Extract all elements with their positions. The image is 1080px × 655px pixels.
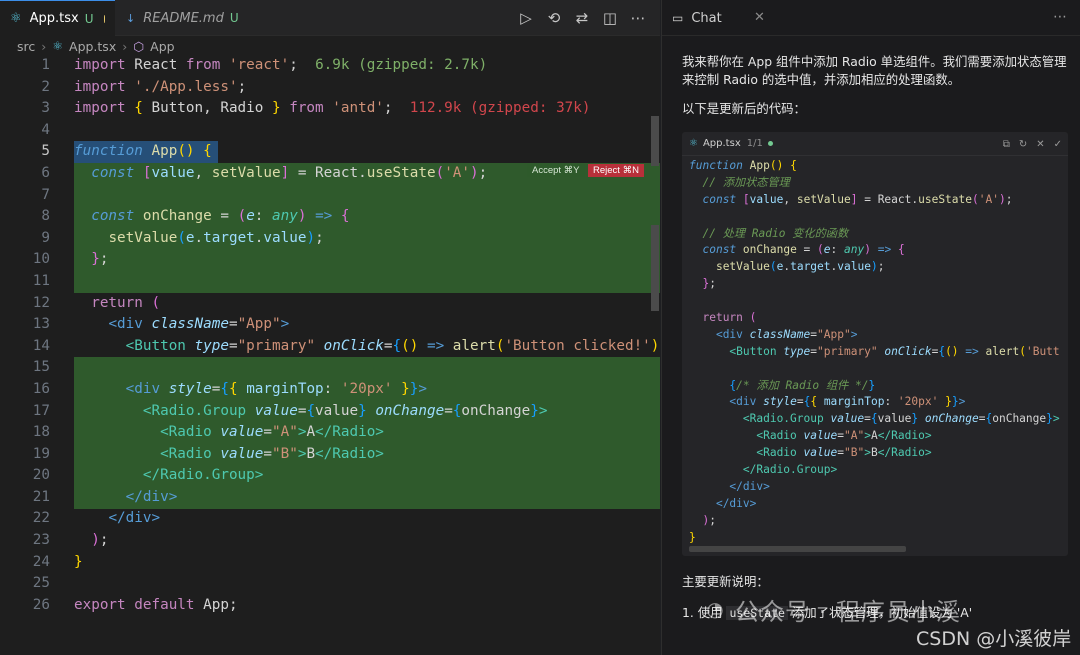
code-card-body: function App() { // 添加状态管理 const [value,… — [689, 159, 1060, 544]
summary-heading: 主要更新说明： — [682, 574, 769, 589]
breadcrumb-file[interactable]: App.tsx — [69, 39, 116, 54]
untracked-badge: U — [84, 11, 94, 26]
breadcrumb: src › ⚛ App.tsx › ⬡ App — [0, 36, 660, 56]
code-area[interactable]: 1 import React from 'react'; 6.9k (gzippe… — [0, 55, 660, 616]
tab-label: App.tsx — [29, 11, 79, 26]
tab-label: README.md — [143, 10, 224, 26]
code-line: 22 </div> — [32, 510, 161, 527]
copy-icon[interactable]: ⧉ — [1003, 139, 1010, 150]
code-editor: ⚛ App.tsx U ↓ README.md U ▷ ⟲ ⇄ ◫ ⋯ src … — [0, 0, 660, 655]
code-line: 21 </div> — [32, 488, 178, 505]
code-line: 10 }; — [32, 251, 109, 268]
code-line: 11 — [32, 272, 50, 289]
status-dot-icon — [767, 141, 773, 146]
code-line: 26 export default App; — [32, 596, 238, 613]
code-line: 14 <Button type="primary" onClick={() =>… — [32, 337, 660, 354]
reject-change-button[interactable]: Reject ⌘N — [588, 164, 644, 177]
more-actions-icon[interactable]: ⋯ — [1053, 9, 1067, 25]
code-line: 7 — [41, 186, 50, 203]
assistant-message-intro: 我来帮你在 App 组件中添加 Radio 单选组件。我们需要添加状态管理来控制… — [682, 54, 1067, 87]
chat-panel: ▭ Chat ✕ ⋯ 我来帮你在 App 组件中添加 Radio 单选组件。我们… — [661, 0, 1080, 655]
timeline-icon[interactable]: ⟲ — [546, 9, 562, 27]
split-editor-icon[interactable]: ◫ — [602, 9, 618, 27]
code-card-scrollbar[interactable] — [689, 546, 906, 552]
code-line: 5 function App() { — [41, 143, 212, 160]
editor-tab-bar: ⚛ App.tsx U ↓ README.md U ▷ ⟲ ⇄ ◫ ⋯ — [0, 0, 660, 36]
editor-actions: ▷ ⟲ ⇄ ◫ ⋯ — [518, 0, 646, 36]
wechat-logo-icon: ◔ — [706, 597, 724, 621]
watermark-text: CSDN @小溪彼岸 — [916, 628, 1072, 650]
scrollbar-thumb[interactable] — [651, 225, 659, 311]
tab-app-tsx[interactable]: ⚛ App.tsx U — [0, 0, 115, 36]
code-line: 13 <div className="App"> — [32, 316, 290, 333]
unsaved-dot-icon — [103, 14, 105, 23]
code-line: 19 <Radio value="B">B</Radio> — [32, 445, 384, 462]
code-line: 17 <Radio.Group value={value} onChange={… — [32, 402, 548, 419]
watermark-text: 公众号 · 程序员小溪 — [735, 598, 961, 626]
chat-bubble-icon: ▭ — [672, 11, 684, 25]
close-icon[interactable]: ✕ — [754, 10, 765, 25]
code-line: 18 <Radio value="A">A</Radio> — [32, 424, 384, 441]
run-icon[interactable]: ▷ — [518, 9, 534, 27]
code-line: 16 <div style={{ marginTop: '20px' }}> — [32, 380, 427, 397]
code-line: 4 — [41, 121, 50, 138]
code-line: 12 return ( — [32, 294, 161, 311]
chevron-right-icon: › — [41, 38, 47, 54]
assistant-message-heading: 以下是更新后的代码： — [682, 101, 806, 116]
code-line: 23 ); — [32, 532, 109, 549]
react-file-icon: ⚛ — [689, 138, 698, 149]
code-card-header: ⚛ App.tsx 1/1 ⧉ ↻ ✕ ✓ — [682, 132, 1068, 156]
react-file-icon: ⚛ — [10, 11, 22, 26]
code-card-count: 1/1 — [746, 138, 763, 149]
code-line: 9 setValue(e.target.value); — [41, 229, 324, 246]
scrollbar-thumb[interactable] — [651, 116, 659, 166]
code-line: 20 </Radio.Group> — [32, 467, 264, 484]
chat-tab-label: Chat — [691, 10, 722, 26]
code-line: 25 — [32, 575, 50, 592]
close-icon[interactable]: ✕ — [1036, 139, 1044, 150]
tab-readme-md[interactable]: ↓ README.md U — [116, 0, 246, 36]
compare-changes-icon[interactable]: ⇄ — [574, 9, 590, 27]
code-line: 15 — [32, 359, 50, 376]
breadcrumb-folder[interactable]: src — [17, 39, 35, 54]
chat-tab-bar: ▭ Chat ✕ ⋯ — [662, 0, 1080, 36]
code-suggestion-card: ⚛ App.tsx 1/1 ⧉ ↻ ✕ ✓ function App() { /… — [682, 132, 1068, 556]
code-line: 3 import { Button, Radio } from 'antd'; 1… — [41, 100, 591, 117]
breadcrumb-symbol[interactable]: App — [150, 39, 174, 54]
code-line: 8 const onChange = (e: any) => { — [41, 208, 350, 225]
tab-chat[interactable]: ▭ Chat — [672, 0, 722, 36]
accept-change-button[interactable]: Accept ⌘Y — [527, 164, 585, 177]
code-card-filename[interactable]: App.tsx — [703, 138, 741, 149]
symbol-icon: ⬡ — [133, 38, 145, 54]
check-icon[interactable]: ✓ — [1054, 139, 1062, 150]
react-file-icon: ⚛ — [52, 39, 64, 53]
markdown-file-icon: ↓ — [126, 11, 136, 25]
code-card-actions: ⧉ ↻ ✕ ✓ — [1003, 132, 1062, 156]
code-line: 24} — [32, 553, 83, 570]
chevron-right-icon: › — [122, 38, 128, 54]
more-actions-icon[interactable]: ⋯ — [630, 9, 646, 27]
untracked-badge: U — [229, 11, 239, 25]
refresh-icon[interactable]: ↻ — [1019, 139, 1027, 150]
code-line: 1 import React from 'react'; 6.9k (gzippe… — [41, 57, 488, 73]
code-line: 2 import './App.less'; — [41, 78, 247, 95]
